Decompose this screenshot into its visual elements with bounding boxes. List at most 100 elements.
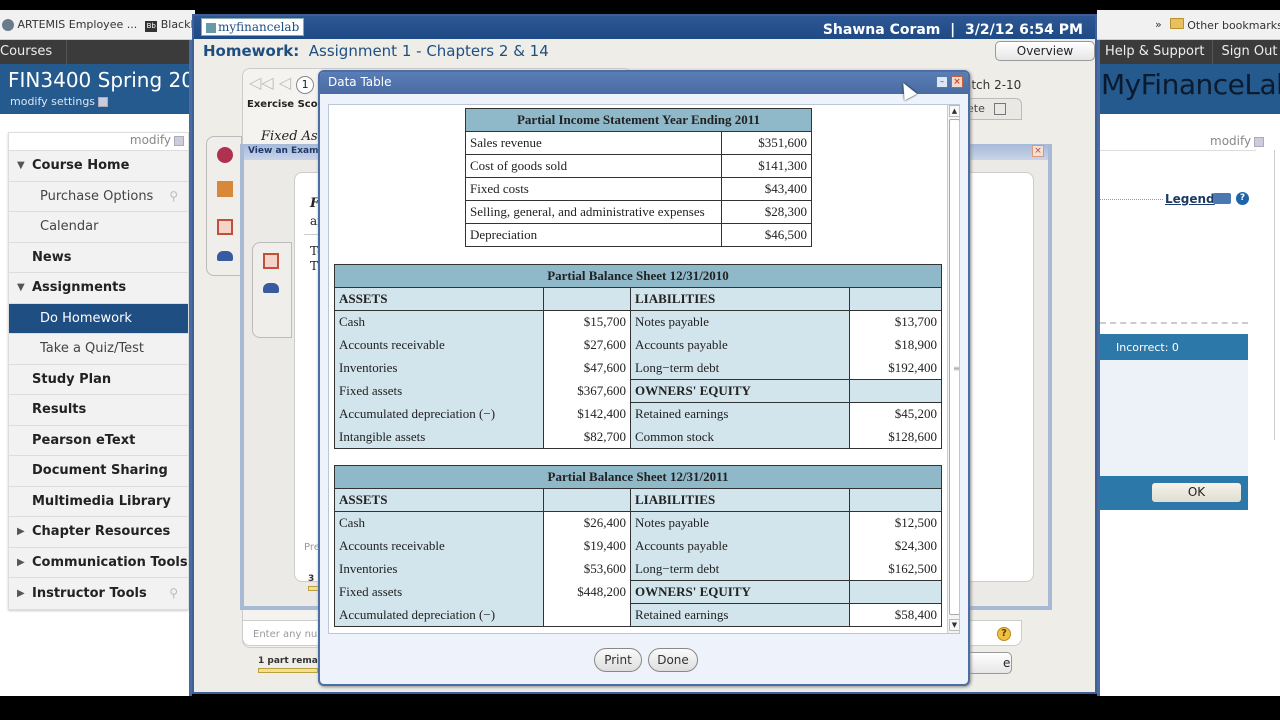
first-question-icon[interactable]: ◁◁ — [249, 73, 274, 92]
header-spacer — [848, 488, 943, 512]
match-label: atch 2-10 — [964, 78, 1022, 92]
popout-icon[interactable] — [994, 103, 1007, 115]
table-row: Inventories $53,600 Long−term debt $162,500 — [334, 557, 943, 581]
user-datetime: Shawna Coram | 3/2/12 6:54 PM — [822, 22, 1083, 38]
myfinancelab-logo-small: myfinancelab — [201, 18, 305, 36]
right-modify-link[interactable]: modify — [1210, 134, 1265, 148]
table-row: Accounts receivable $19,400 Accounts payab… — [334, 534, 943, 558]
sidebar-item-results[interactable]: Results — [9, 395, 188, 426]
parts-remaining: 1 part rema — [258, 656, 318, 666]
bookmark-artemis[interactable]: ARTEMIS Employee ... — [2, 18, 137, 31]
row-value: $28,300 — [721, 200, 812, 224]
liability-value: $192,400 — [848, 356, 943, 380]
done-button[interactable]: Done — [648, 648, 698, 672]
other-bookmarks[interactable]: Other bookmarks — [1169, 17, 1280, 32]
brand-header: MyFinanceLab — [1097, 64, 1280, 114]
print-icon[interactable] — [1213, 193, 1231, 204]
app-header: myfinancelab Shawna Coram | 3/2/12 6:54 … — [194, 16, 1095, 39]
scrollbar[interactable]: ▲ ≡ ▼ — [947, 105, 960, 633]
sign-out-link[interactable]: Sign Out — [1213, 40, 1280, 64]
question-number[interactable]: 1 — [296, 76, 315, 94]
sidebar-item-document-sharing[interactable]: Document Sharing — [9, 456, 188, 487]
help-icon[interactable]: ? — [997, 627, 1011, 641]
courses-link[interactable]: Courses — [0, 40, 68, 64]
sidebar-item-course-home[interactable]: ▼ Course Home — [9, 151, 188, 182]
sidebar-item-pearson-etext[interactable]: Pearson eText — [9, 426, 188, 456]
bookmarks-bar: ARTEMIS Employee ... Bb Blackboard — [0, 10, 195, 40]
equity-header: OWNERS' EQUITY — [629, 379, 850, 403]
print-button[interactable]: Print — [594, 648, 642, 672]
print-icon[interactable] — [263, 283, 279, 293]
asset-value: $19,400 — [542, 534, 631, 558]
dialog-titlebar[interactable]: Data Table – × — [320, 72, 968, 94]
asset-label: Fixed assets — [334, 379, 544, 403]
scroll-up-icon[interactable]: ▲ — [949, 105, 959, 117]
edit-icon — [174, 135, 184, 146]
table-row: Intangible assets $82,700 Common stock $128… — [334, 425, 943, 449]
table-row: Inventories $47,600 Long−term debt $192,400 — [334, 356, 943, 380]
modify-settings-link[interactable]: modify settings — [10, 95, 109, 108]
row-value: $46,500 — [721, 223, 812, 247]
ok-button[interactable]: OK — [1152, 483, 1241, 502]
calculator-icon[interactable] — [217, 219, 233, 235]
table-caption: Partial Balance Sheet 12/31/2010 — [334, 264, 942, 288]
sidebar-item-purchase-options[interactable]: Purchase Options ⚲ — [9, 182, 188, 212]
scrollbar-thumb[interactable]: ≡ — [949, 119, 960, 615]
help-support-link[interactable]: Help & Support — [1097, 40, 1214, 64]
sidebar-item-study-plan[interactable]: Study Plan — [9, 365, 188, 395]
liability-label: Notes payable — [629, 310, 850, 334]
sidebar-item-news[interactable]: News — [9, 243, 188, 273]
table-row: Accumulated depreciation (−) $142,400 Reta… — [334, 402, 943, 426]
help-me-solve-icon[interactable] — [217, 147, 233, 163]
course-sidebar: modify ▼ Course Home Purchase Options ⚲ Ca… — [8, 132, 189, 610]
grip-icon: ≡ — [953, 364, 960, 373]
myfinancelab-logo: MyFinanceLab — [1101, 68, 1280, 101]
table-row: Cash $15,700 Notes payable $13,700 — [334, 310, 943, 334]
sidebar-item-do-homework[interactable]: Do Homework — [9, 303, 188, 334]
print-icon[interactable] — [217, 251, 233, 261]
table-row: Accounts receivable $27,600 Accounts payab… — [334, 333, 943, 357]
table-header-row: ASSETS LIABILITIES — [334, 488, 943, 512]
sidebar-item-assignments[interactable]: ▼ Assignments — [9, 273, 188, 304]
course-header: FIN3400 Spring 2012 modify settings — [0, 64, 219, 114]
sidebar-item-instructor-tools[interactable]: ▶ Instructor Tools ⚲ — [9, 578, 188, 609]
table-header-row: ASSETS LIABILITIES — [334, 287, 943, 311]
sidebar-item-calendar[interactable]: Calendar — [9, 212, 188, 243]
scroll-down-icon[interactable]: ▼ — [949, 619, 959, 631]
row-label: Fixed costs — [465, 177, 722, 201]
legend-link[interactable]: Legend — [1165, 192, 1215, 206]
top-nav-left: Courses — [0, 40, 191, 64]
row-label: Cost of goods sold — [465, 154, 722, 178]
asset-label: Cash — [334, 511, 544, 535]
row-label: Depreciation — [465, 223, 722, 247]
textbook-icon[interactable] — [217, 181, 233, 197]
screen-border-top — [0, 0, 1280, 10]
row-value: $141,300 — [721, 154, 812, 178]
header-spacer — [848, 379, 943, 403]
close-icon[interactable]: × — [1032, 145, 1044, 157]
bookmark-blackboard[interactable]: Bb Blackboard — [145, 18, 195, 32]
liabilities-header: LIABILITIES — [629, 488, 850, 512]
sidebar-item-chapter-resources[interactable]: ▶ Chapter Resources — [9, 517, 188, 548]
liability-value: $24,300 — [848, 534, 943, 558]
sidebar-item-take-quiz[interactable]: Take a Quiz/Test — [9, 334, 188, 365]
calculator-icon[interactable] — [263, 253, 279, 269]
liability-value: $12,500 — [848, 511, 943, 535]
asset-label: Accumulated depreciation (−) — [334, 603, 544, 627]
overview-button[interactable]: Overview — [995, 41, 1095, 61]
previous-question-icon[interactable]: ◁ — [279, 73, 291, 92]
complete-tab[interactable]: ete — [964, 98, 1022, 120]
sidebar-modify-link[interactable]: modify — [9, 133, 188, 151]
table-caption-row: Partial Balance Sheet 12/31/2011 — [334, 465, 942, 489]
sidebar-item-communication-tools[interactable]: ▶ Communication Tools — [9, 548, 188, 578]
homework-title: Homework: Assignment 1 - Chapters 2 & 14 — [203, 42, 549, 60]
caret-right-icon: ▶ — [17, 587, 25, 599]
screen-border-bottom — [0, 696, 1280, 720]
close-icon[interactable]: × — [951, 76, 963, 88]
minimize-icon[interactable]: – — [936, 76, 948, 88]
sidebar-item-multimedia-library[interactable]: Multimedia Library — [9, 487, 188, 517]
help-icon[interactable]: ? — [1236, 192, 1249, 205]
asset-value: $15,700 — [542, 310, 631, 334]
balance-sheet-2010: Partial Balance Sheet 12/31/2010 ASSETS … — [334, 264, 943, 449]
bookmarks-overflow-button[interactable]: » — [1155, 18, 1162, 31]
